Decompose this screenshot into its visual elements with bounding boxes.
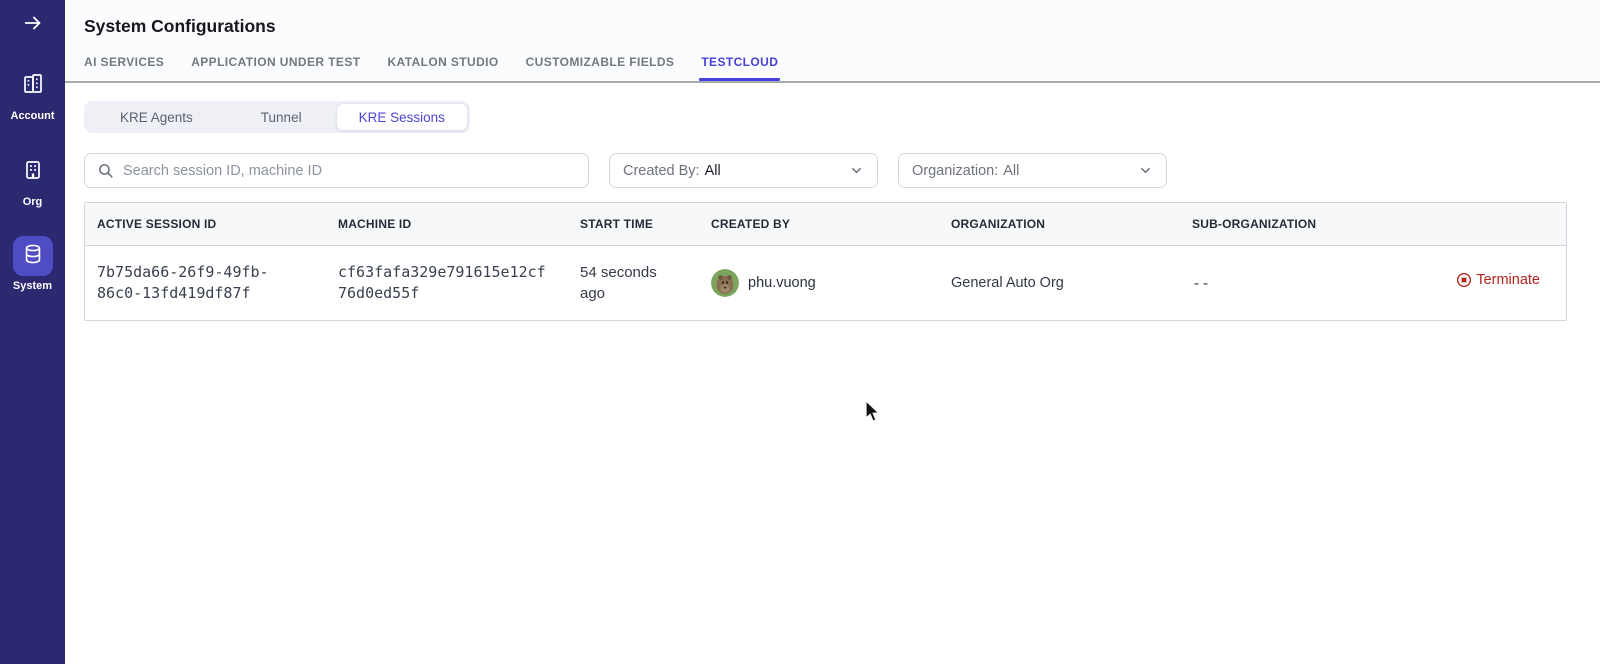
filter-bar: Created By: All Organization: All (84, 153, 1600, 188)
created-by-label: Created By: (623, 163, 700, 179)
sessions-table: Active session ID Machine ID Start time … (84, 202, 1567, 321)
machine-id-value: cf63fafa329e791615e12cf76d0ed55f (338, 262, 552, 304)
organization-name: General Auto Org (951, 275, 1168, 291)
sidebar-item-label: System (13, 280, 52, 292)
table-header-row: Active session ID Machine ID Start time … (85, 203, 1566, 246)
config-tabs: AI Services Application Under Test Katal… (84, 55, 1600, 81)
created-by-value: All (705, 163, 721, 179)
col-created-by: Created by (699, 203, 939, 246)
tab-testcloud[interactable]: TestCloud (701, 55, 778, 81)
search-box (84, 153, 589, 188)
app-window: Account Org (0, 0, 1600, 664)
sidebar-item-org[interactable]: Org (13, 152, 53, 208)
created-by-cell: phu.vuong (711, 269, 927, 297)
sidebar-item-label: Account (11, 110, 55, 122)
col-start-time: Start time (568, 203, 699, 246)
building-icon (21, 158, 45, 187)
subtab-tunnel[interactable]: Tunnel (227, 103, 336, 131)
sidebar-expand-button[interactable] (0, 0, 65, 48)
sidebar-item-system[interactable]: System (13, 236, 53, 292)
created-by-filter[interactable]: Created By: All (609, 153, 878, 188)
col-active-session-id: Active session ID (85, 203, 326, 246)
start-time-value: 54 seconds ago (580, 262, 672, 304)
organization-label: Organization: (912, 163, 998, 179)
tab-ai-services[interactable]: AI Services (84, 55, 164, 81)
col-actions (1408, 203, 1566, 246)
subtab-kre-agents[interactable]: KRE Agents (86, 103, 227, 131)
subtab-kre-sessions[interactable]: KRE Sessions (336, 103, 468, 131)
tab-katalon-studio[interactable]: Katalon Studio (387, 55, 498, 81)
terminate-button[interactable]: Terminate (1456, 272, 1540, 288)
sub-organization-value: -- (1192, 274, 1396, 292)
created-by-name: phu.vuong (748, 275, 816, 291)
sidebar-item-label: Org (23, 196, 43, 208)
buildings-icon (21, 72, 45, 101)
chevron-down-icon (849, 163, 864, 178)
page-title: System Configurations (84, 0, 1600, 55)
main-content: System Configurations AI Services Applic… (65, 0, 1600, 664)
sidebar-item-account[interactable]: Account (11, 66, 55, 122)
search-input[interactable] (123, 163, 576, 179)
session-id-value: 7b75da66-26f9-49fb-86c0-13fd419df87f (97, 262, 275, 304)
col-organization: Organization (939, 203, 1180, 246)
page-header: System Configurations AI Services Applic… (65, 0, 1600, 83)
testcloud-subtabs: KRE Agents Tunnel KRE Sessions (84, 101, 470, 133)
stop-icon (1456, 272, 1472, 288)
organization-value: All (1003, 163, 1019, 179)
tab-application-under-test[interactable]: Application Under Test (191, 55, 360, 81)
search-icon (97, 162, 114, 179)
col-sub-organization: Sub-organization (1180, 203, 1408, 246)
database-icon (22, 243, 44, 270)
organization-filter[interactable]: Organization: All (898, 153, 1167, 188)
col-machine-id: Machine ID (326, 203, 568, 246)
table-row: 7b75da66-26f9-49fb-86c0-13fd419df87f cf6… (85, 246, 1566, 320)
avatar (711, 269, 739, 297)
sidebar: Account Org (0, 0, 65, 664)
arrow-right-icon (22, 12, 44, 37)
tab-customizable-fields[interactable]: Customizable Fields (526, 55, 675, 81)
terminate-label: Terminate (1476, 272, 1540, 288)
chevron-down-icon (1138, 163, 1153, 178)
